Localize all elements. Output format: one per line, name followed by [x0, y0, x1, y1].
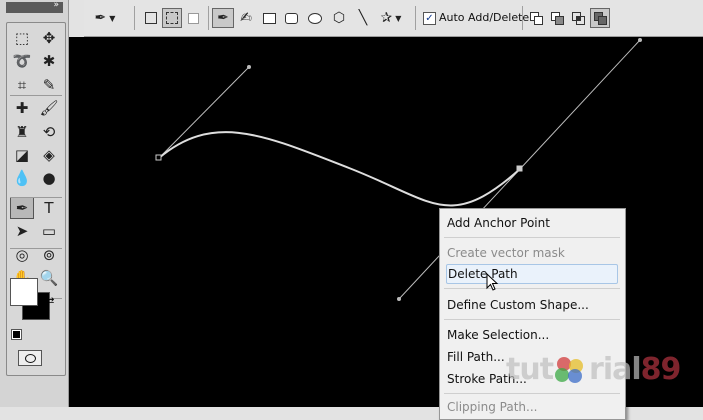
- menu-separator: [444, 319, 620, 320]
- toolbox-divider: [10, 248, 62, 249]
- lasso-tool-icon[interactable]: ➰: [10, 50, 34, 72]
- collapse-arrows-icon[interactable]: »: [53, 0, 59, 10]
- options-bar: ✒ ▼ ✒ ✍ ⬡ ╲ ✰ ▼ ✓ Auto Add/Delete: [84, 0, 703, 37]
- anchor-point[interactable]: [155, 154, 162, 161]
- marquee-tool-icon[interactable]: ⬚: [10, 27, 34, 49]
- custom-shape-icon: ✰: [380, 10, 393, 26]
- exclude-icon: [594, 12, 607, 25]
- menu-item-add-anchor-point[interactable]: Add Anchor Point: [446, 213, 619, 233]
- direction-handle[interactable]: [397, 297, 401, 301]
- menu-separator: [444, 393, 620, 394]
- shape-layers-button[interactable]: [142, 8, 160, 28]
- default-colors-icon[interactable]: [11, 329, 22, 340]
- 3d-orbit-tool-icon[interactable]: ⊚: [37, 244, 61, 266]
- context-menu: Add Anchor Point Create vector mask Dele…: [439, 208, 626, 420]
- intersect-icon: [572, 12, 585, 25]
- swap-colors-icon[interactable]: ⇄: [46, 296, 54, 307]
- watermark-text-part: tut: [506, 352, 554, 387]
- pen-tool-icon[interactable]: ✒: [10, 196, 34, 219]
- toolbox-divider: [10, 95, 62, 96]
- paths-icon: [166, 12, 178, 24]
- mouse-cursor-icon: [486, 273, 499, 291]
- magic-wand-tool-icon[interactable]: ✱: [37, 50, 61, 72]
- clone-stamp-tool-icon[interactable]: ♜: [10, 121, 34, 143]
- tool-preset-picker[interactable]: ✒ ▼: [92, 8, 118, 28]
- menu-item-make-selection[interactable]: Make Selection...: [446, 325, 619, 345]
- blur-tool-icon[interactable]: 💧: [10, 167, 34, 189]
- watermark-logo: tut rial89: [506, 352, 682, 387]
- foreground-color-swatch[interactable]: [10, 278, 38, 306]
- fill-pixels-icon: [187, 12, 199, 24]
- zoom-tool-icon[interactable]: 🔍: [37, 267, 61, 289]
- direction-line: [519, 39, 641, 170]
- menu-item-create-vector-mask[interactable]: Create vector mask: [446, 243, 619, 263]
- direction-handle[interactable]: [247, 65, 251, 69]
- rectangle-tool-icon[interactable]: ▭: [37, 220, 61, 242]
- quick-mask-button[interactable]: [18, 350, 42, 366]
- subtract-icon: [551, 12, 564, 25]
- direction-line: [158, 66, 250, 159]
- chevron-down-icon: ▼: [109, 13, 116, 23]
- menu-item-define-custom-shape[interactable]: Define Custom Shape...: [446, 295, 619, 315]
- options-divider: [208, 6, 209, 30]
- paint-bucket-tool-icon[interactable]: ◈: [37, 144, 61, 166]
- paths-mode-button[interactable]: [162, 8, 182, 28]
- path-selection-tool-icon[interactable]: ➤: [10, 220, 34, 242]
- polygon-icon: ⬡: [332, 10, 346, 26]
- menu-separator: [444, 288, 620, 289]
- watermark-circles-icon: [553, 357, 589, 383]
- auto-add-delete-label: Auto Add/Delete: [439, 11, 530, 24]
- intersect-paths-button[interactable]: [569, 8, 587, 28]
- watermark-text-part: rial: [589, 352, 642, 387]
- history-brush-tool-icon[interactable]: ⟲: [37, 121, 61, 143]
- healing-brush-tool-icon[interactable]: ✚: [10, 97, 34, 119]
- toolbox: » ⬚✥➰✱⌗✎✚🖌♜⟲◪◈💧●✒T➤▭◎⊚✋🔍 ⇄: [0, 0, 69, 407]
- line-icon: ╲: [358, 10, 368, 26]
- rectangle-icon: [262, 12, 276, 24]
- anchor-point[interactable]: [516, 165, 523, 172]
- exclude-overlap-button[interactable]: [590, 8, 610, 28]
- rounded-rectangle-icon: [284, 12, 298, 24]
- ellipse-shape-button[interactable]: [306, 8, 324, 28]
- line-shape-button[interactable]: ╲: [354, 8, 372, 28]
- options-divider: [134, 6, 135, 30]
- rectangle-shape-button[interactable]: [260, 8, 278, 28]
- options-divider: [415, 6, 416, 30]
- freeform-pen-icon: ✍: [240, 10, 252, 26]
- dodge-tool-icon[interactable]: ●: [37, 167, 61, 189]
- chevron-down-icon: ▼: [395, 13, 402, 23]
- move-tool-icon[interactable]: ✥: [37, 27, 61, 49]
- menu-item-clipping-path[interactable]: Clipping Path...: [446, 397, 619, 417]
- pen-icon: ✒: [217, 10, 229, 26]
- eraser-tool-icon[interactable]: ◪: [10, 144, 34, 166]
- menu-item-delete-path[interactable]: Delete Path: [446, 264, 618, 284]
- polygon-shape-button[interactable]: ⬡: [330, 8, 348, 28]
- watermark-text-part: 89: [640, 352, 682, 387]
- direction-handle[interactable]: [638, 38, 642, 42]
- combine-icon: [530, 12, 543, 25]
- eyedropper-tool-icon[interactable]: ✎: [37, 74, 61, 96]
- combine-paths-button[interactable]: [527, 8, 545, 28]
- rounded-rectangle-button[interactable]: [282, 8, 300, 28]
- menu-separator: [444, 237, 620, 238]
- pen-tool-button[interactable]: ✒: [212, 8, 234, 28]
- pen-preset-icon: ✒: [94, 10, 107, 26]
- brush-tool-icon[interactable]: 🖌: [37, 97, 61, 119]
- options-divider: [522, 6, 523, 30]
- type-tool-icon[interactable]: T: [37, 197, 61, 219]
- shape-layers-icon: [145, 12, 157, 24]
- 3d-rotate-tool-icon[interactable]: ◎: [10, 244, 34, 266]
- fill-pixels-button[interactable]: [184, 8, 202, 28]
- ellipse-icon: [308, 12, 322, 24]
- toolbox-divider: [10, 197, 62, 198]
- toolbox-panel: ⬚✥➰✱⌗✎✚🖌♜⟲◪◈💧●✒T➤▭◎⊚✋🔍: [6, 22, 66, 376]
- custom-shape-picker[interactable]: ✰ ▼: [376, 8, 406, 28]
- toolbox-header[interactable]: »: [6, 0, 63, 13]
- quick-mask-icon: [24, 353, 36, 363]
- freeform-pen-button[interactable]: ✍: [236, 8, 256, 28]
- crop-tool-icon[interactable]: ⌗: [10, 74, 34, 96]
- auto-add-delete-checkbox[interactable]: ✓: [423, 12, 436, 25]
- bezier-path[interactable]: [158, 131, 521, 207]
- subtract-paths-button[interactable]: [548, 8, 566, 28]
